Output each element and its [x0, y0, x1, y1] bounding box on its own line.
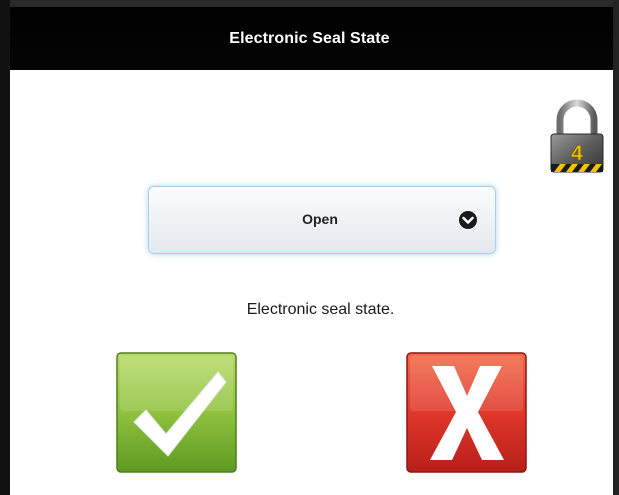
dialog-right-border [613, 0, 619, 495]
confirm-button[interactable] [116, 352, 237, 473]
seal-state-caption: Electronic seal state. [246, 301, 395, 318]
dialog-header: Electronic Seal State [0, 0, 619, 70]
electronic-seal-dialog: Electronic Seal State 4 Open Electronic … [0, 0, 619, 495]
dialog-left-border [0, 0, 10, 495]
seal-state-selected-value: Open [302, 211, 338, 227]
padlock-icon: 4 [548, 98, 606, 174]
chevron-down-icon [458, 210, 478, 230]
seal-state-select[interactable]: Open [148, 186, 496, 254]
checkmark-icon [116, 352, 237, 473]
cancel-button[interactable] [406, 352, 527, 473]
x-icon [406, 352, 527, 473]
dialog-title: Electronic Seal State [229, 30, 390, 47]
header-top-border [0, 0, 619, 7]
lock-badge-number: 4 [571, 142, 583, 165]
